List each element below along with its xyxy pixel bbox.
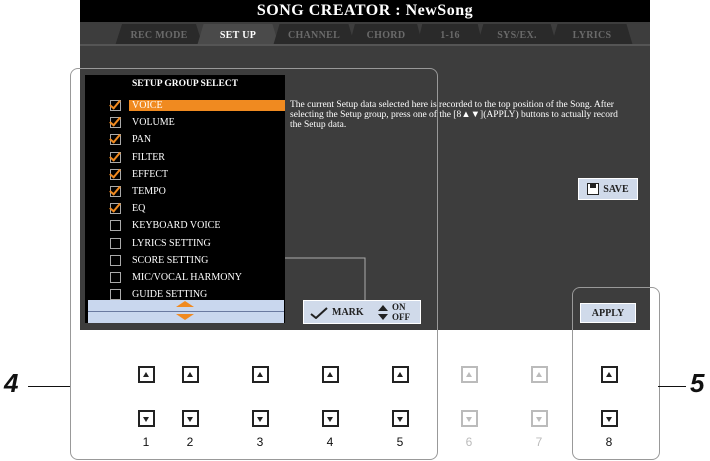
button-number: 8 (605, 435, 613, 449)
button-6-up[interactable] (461, 366, 478, 383)
arrow-down-icon (536, 417, 542, 422)
arrow-up-icon (536, 372, 542, 377)
button-number: 6 (465, 435, 473, 449)
tab-chord[interactable]: CHORD (349, 24, 423, 46)
button-number: 3 (256, 435, 264, 449)
tab-sys-ex[interactable]: SYS/EX. (477, 24, 557, 46)
arrow-up-icon (327, 372, 333, 377)
button-1-up[interactable] (138, 366, 155, 383)
arrow-up-icon (187, 372, 193, 377)
button-5-up[interactable] (392, 366, 409, 383)
arrow-down-icon (327, 417, 333, 422)
button-3-up[interactable] (252, 366, 269, 383)
button-4-down[interactable] (322, 410, 339, 427)
button-8-down[interactable] (601, 410, 618, 427)
tab-rec-mode[interactable]: REC MODE (115, 24, 203, 46)
tab-bar: REC MODE SET UP CHANNEL CHORD 1-16 SYS/E… (115, 24, 635, 46)
callout-line-right (658, 386, 686, 387)
tab-underline (80, 44, 650, 46)
button-8-up[interactable] (601, 366, 618, 383)
arrow-down-icon (257, 417, 263, 422)
arrow-up-icon (143, 372, 149, 377)
button-7-up[interactable] (531, 366, 548, 383)
floppy-disk-icon (587, 183, 600, 195)
arrow-up-icon (397, 372, 403, 377)
button-number: 1 (142, 435, 150, 449)
button-number: 7 (535, 435, 543, 449)
tab-channel[interactable]: CHANNEL (273, 24, 355, 46)
arrow-down-icon (606, 417, 612, 422)
button-5-down[interactable] (392, 410, 409, 427)
group-frame-1-5 (70, 68, 438, 460)
arrow-down-icon (143, 417, 149, 422)
button-2-up[interactable] (182, 366, 199, 383)
callout-4: 4 (4, 368, 19, 398)
arrow-down-icon (397, 417, 403, 422)
tab-1-16[interactable]: 1-16 (417, 24, 483, 46)
callout-line-left (28, 386, 70, 387)
button-number: 4 (326, 435, 334, 449)
page-title: SONG CREATOR : NewSong (80, 0, 650, 22)
button-4-up[interactable] (322, 366, 339, 383)
save-button[interactable]: SAVE (578, 178, 638, 200)
button-1-down[interactable] (138, 410, 155, 427)
arrow-up-icon (257, 372, 263, 377)
callout-5: 5 (690, 368, 705, 398)
tab-set-up[interactable]: SET UP (197, 24, 279, 46)
arrow-down-icon (466, 417, 472, 422)
arrow-up-icon (606, 372, 612, 377)
tab-lyrics[interactable]: LYRICS (551, 24, 633, 46)
save-label: SAVE (603, 183, 629, 195)
button-3-down[interactable] (252, 410, 269, 427)
button-number: 2 (186, 435, 194, 449)
button-number: 5 (396, 435, 404, 449)
arrow-up-icon (466, 372, 472, 377)
button-2-down[interactable] (182, 410, 199, 427)
button-7-down[interactable] (531, 410, 548, 427)
button-6-down[interactable] (461, 410, 478, 427)
arrow-down-icon (187, 417, 193, 422)
